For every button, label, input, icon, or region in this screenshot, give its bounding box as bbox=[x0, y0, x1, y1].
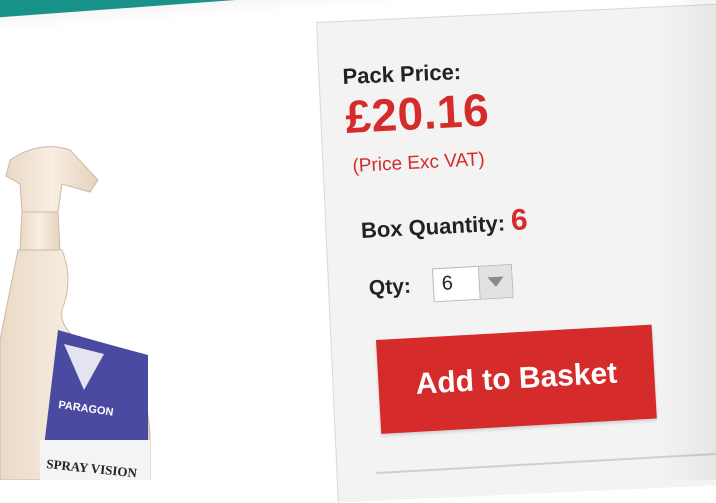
product-image: PARAGON SPRAY VISION bbox=[0, 146, 151, 480]
qty-select-value: 6 bbox=[441, 272, 454, 295]
add-to-basket-button[interactable]: Add to Basket bbox=[376, 324, 657, 434]
chevron-down-icon[interactable] bbox=[477, 265, 513, 299]
qty-select[interactable]: 6 bbox=[431, 263, 514, 303]
box-quantity-label: Box Quantity: bbox=[360, 210, 506, 243]
qty-label: Qty: bbox=[368, 274, 412, 300]
box-quantity-value: 6 bbox=[510, 203, 529, 238]
panel-edge-shade bbox=[656, 0, 716, 480]
pack-price-value: £20.16 bbox=[344, 83, 491, 143]
